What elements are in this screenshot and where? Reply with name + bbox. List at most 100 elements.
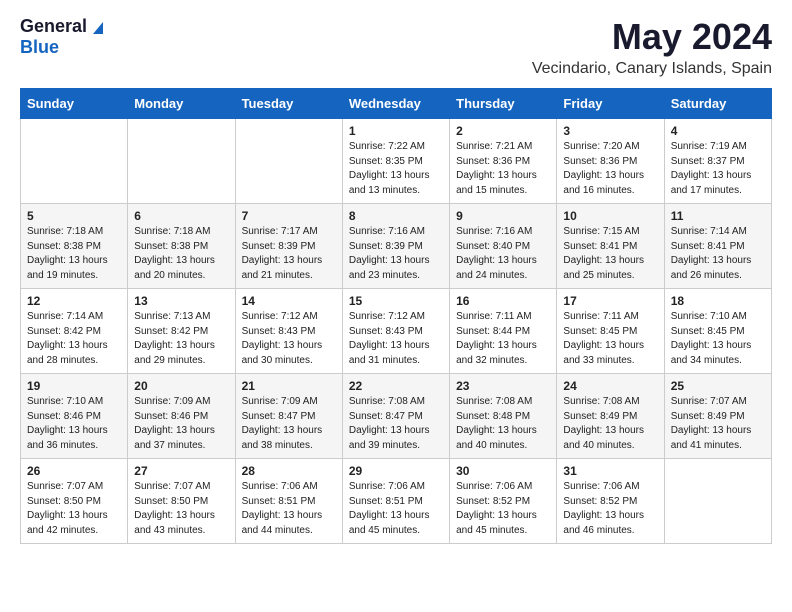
table-row: 15Sunrise: 7:12 AMSunset: 8:43 PMDayligh… (342, 289, 449, 374)
day-content: Sunrise: 7:11 AMSunset: 8:44 PMDaylight:… (456, 310, 550, 368)
calendar-body: 1 Sunrise: 7:22 AMSunset: 8:35 PMDaylight… (21, 119, 772, 544)
header-tuesday: Tuesday (235, 89, 342, 119)
day-number: 18 (671, 294, 765, 308)
location-title: Vecindario, Canary Islands, Spain (532, 60, 772, 78)
day-content: Sunrise: 7:18 AMSunset: 8:38 PMDaylight:… (27, 225, 121, 283)
table-row: 24Sunrise: 7:08 AMSunset: 8:49 PMDayligh… (557, 374, 664, 459)
day-number: 13 (134, 294, 228, 308)
table-row (128, 119, 235, 204)
day-content: Sunrise: 7:06 AMSunset: 8:51 PMDaylight:… (349, 480, 443, 538)
calendar-table: Sunday Monday Tuesday Wednesday Thursday… (20, 88, 772, 544)
table-row: 8 Sunrise: 7:16 AMSunset: 8:39 PMDaylight… (342, 204, 449, 289)
day-number: 16 (456, 294, 550, 308)
table-row: 4 Sunrise: 7:19 AMSunset: 8:37 PMDaylight… (664, 119, 771, 204)
day-number: 7 (242, 209, 336, 223)
day-number: 14 (242, 294, 336, 308)
header-saturday: Saturday (664, 89, 771, 119)
day-content: Sunrise: 7:16 AMSunset: 8:39 PMDaylight:… (349, 225, 443, 283)
table-row: 28 Sunrise: 7:06 AMSunset: 8:51 PMDayligh… (235, 459, 342, 544)
day-content: Sunrise: 7:22 AMSunset: 8:35 PMDaylight:… (349, 140, 443, 198)
table-row: 11 Sunrise: 7:14 AMSunset: 8:41 PMDayligh… (664, 204, 771, 289)
table-row: 2 Sunrise: 7:21 AMSunset: 8:36 PMDaylight… (450, 119, 557, 204)
day-content: Sunrise: 7:08 AMSunset: 8:49 PMDaylight:… (563, 395, 657, 453)
day-content: Sunrise: 7:10 AMSunset: 8:45 PMDaylight:… (671, 310, 765, 368)
day-number: 2 (456, 124, 550, 138)
day-content: Sunrise: 7:07 AMSunset: 8:50 PMDaylight:… (27, 480, 121, 538)
table-row: 12 Sunrise: 7:14 AMSunset: 8:42 PMDayligh… (21, 289, 128, 374)
day-content: Sunrise: 7:06 AMSunset: 8:52 PMDaylight:… (456, 480, 550, 538)
day-number: 9 (456, 209, 550, 223)
table-row: 18 Sunrise: 7:10 AMSunset: 8:45 PMDayligh… (664, 289, 771, 374)
day-number: 26 (27, 464, 121, 478)
header-thursday: Thursday (450, 89, 557, 119)
table-row: 9 Sunrise: 7:16 AMSunset: 8:40 PMDaylight… (450, 204, 557, 289)
calendar-week-row: 1 Sunrise: 7:22 AMSunset: 8:35 PMDaylight… (21, 119, 772, 204)
day-number: 8 (349, 209, 443, 223)
page-header: General Blue May 2024 Vecindario, Canary… (20, 16, 772, 78)
day-number: 10 (563, 209, 657, 223)
header-row: Sunday Monday Tuesday Wednesday Thursday… (21, 89, 772, 119)
day-number: 15 (349, 294, 443, 308)
day-number: 22 (349, 379, 443, 393)
day-number: 28 (242, 464, 336, 478)
table-row: 21 Sunrise: 7:09 AMSunset: 8:47 PMDayligh… (235, 374, 342, 459)
calendar-week-row: 19Sunrise: 7:10 AMSunset: 8:46 PMDayligh… (21, 374, 772, 459)
day-number: 3 (563, 124, 657, 138)
table-row (21, 119, 128, 204)
table-row: 14Sunrise: 7:12 AMSunset: 8:43 PMDayligh… (235, 289, 342, 374)
day-content: Sunrise: 7:06 AMSunset: 8:52 PMDaylight:… (563, 480, 657, 538)
table-row: 22Sunrise: 7:08 AMSunset: 8:47 PMDayligh… (342, 374, 449, 459)
day-number: 5 (27, 209, 121, 223)
header-monday: Monday (128, 89, 235, 119)
day-content: Sunrise: 7:20 AMSunset: 8:36 PMDaylight:… (563, 140, 657, 198)
table-row: 29 Sunrise: 7:06 AMSunset: 8:51 PMDayligh… (342, 459, 449, 544)
day-content: Sunrise: 7:21 AMSunset: 8:36 PMDaylight:… (456, 140, 550, 198)
day-number: 20 (134, 379, 228, 393)
table-row: 25Sunrise: 7:07 AMSunset: 8:49 PMDayligh… (664, 374, 771, 459)
table-row: 3 Sunrise: 7:20 AMSunset: 8:36 PMDaylight… (557, 119, 664, 204)
header-friday: Friday (557, 89, 664, 119)
day-number: 27 (134, 464, 228, 478)
table-row: 17Sunrise: 7:11 AMSunset: 8:45 PMDayligh… (557, 289, 664, 374)
day-content: Sunrise: 7:19 AMSunset: 8:37 PMDaylight:… (671, 140, 765, 198)
day-content: Sunrise: 7:09 AMSunset: 8:46 PMDaylight:… (134, 395, 228, 453)
day-content: Sunrise: 7:15 AMSunset: 8:41 PMDaylight:… (563, 225, 657, 283)
day-number: 19 (27, 379, 121, 393)
table-row: 5 Sunrise: 7:18 AMSunset: 8:38 PMDaylight… (21, 204, 128, 289)
title-area: May 2024 Vecindario, Canary Islands, Spa… (532, 16, 772, 78)
day-number: 1 (349, 124, 443, 138)
table-row: 6 Sunrise: 7:18 AMSunset: 8:38 PMDaylight… (128, 204, 235, 289)
day-content: Sunrise: 7:17 AMSunset: 8:39 PMDaylight:… (242, 225, 336, 283)
month-title: May 2024 (532, 16, 772, 58)
logo-general-text: General (20, 16, 87, 37)
day-content: Sunrise: 7:11 AMSunset: 8:45 PMDaylight:… (563, 310, 657, 368)
calendar-week-row: 12 Sunrise: 7:14 AMSunset: 8:42 PMDayligh… (21, 289, 772, 374)
day-content: Sunrise: 7:14 AMSunset: 8:42 PMDaylight:… (27, 310, 121, 368)
day-number: 4 (671, 124, 765, 138)
day-number: 11 (671, 209, 765, 223)
day-content: Sunrise: 7:06 AMSunset: 8:51 PMDaylight:… (242, 480, 336, 538)
day-content: Sunrise: 7:14 AMSunset: 8:41 PMDaylight:… (671, 225, 765, 283)
table-row: 20 Sunrise: 7:09 AMSunset: 8:46 PMDayligh… (128, 374, 235, 459)
table-row (235, 119, 342, 204)
table-row: 13Sunrise: 7:13 AMSunset: 8:42 PMDayligh… (128, 289, 235, 374)
day-number: 29 (349, 464, 443, 478)
table-row: 19Sunrise: 7:10 AMSunset: 8:46 PMDayligh… (21, 374, 128, 459)
logo-blue-text: Blue (20, 37, 59, 58)
table-row: 10 Sunrise: 7:15 AMSunset: 8:41 PMDayligh… (557, 204, 664, 289)
day-content: Sunrise: 7:09 AMSunset: 8:47 PMDaylight:… (242, 395, 336, 453)
calendar-week-row: 5 Sunrise: 7:18 AMSunset: 8:38 PMDaylight… (21, 204, 772, 289)
table-row: 7 Sunrise: 7:17 AMSunset: 8:39 PMDaylight… (235, 204, 342, 289)
day-content: Sunrise: 7:07 AMSunset: 8:49 PMDaylight:… (671, 395, 765, 453)
day-number: 21 (242, 379, 336, 393)
day-content: Sunrise: 7:07 AMSunset: 8:50 PMDaylight:… (134, 480, 228, 538)
day-number: 12 (27, 294, 121, 308)
logo: General Blue (20, 16, 107, 58)
table-row: 23Sunrise: 7:08 AMSunset: 8:48 PMDayligh… (450, 374, 557, 459)
day-number: 6 (134, 209, 228, 223)
day-content: Sunrise: 7:18 AMSunset: 8:38 PMDaylight:… (134, 225, 228, 283)
table-row: 27 Sunrise: 7:07 AMSunset: 8:50 PMDayligh… (128, 459, 235, 544)
table-row: 31Sunrise: 7:06 AMSunset: 8:52 PMDayligh… (557, 459, 664, 544)
day-content: Sunrise: 7:16 AMSunset: 8:40 PMDaylight:… (456, 225, 550, 283)
calendar-week-row: 26 Sunrise: 7:07 AMSunset: 8:50 PMDayligh… (21, 459, 772, 544)
